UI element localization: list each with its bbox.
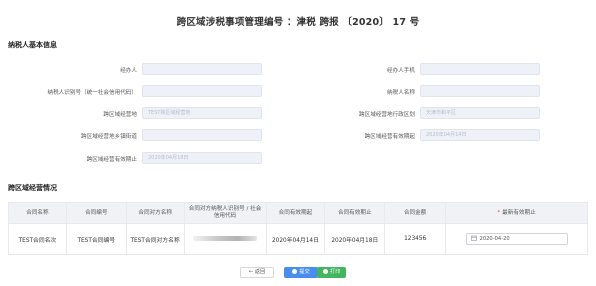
address-field[interactable]: TEST跨区域经营地 <box>142 107 262 119</box>
street-field[interactable] <box>142 129 262 141</box>
valid-start-field[interactable]: 2020年04月14日 <box>420 129 540 141</box>
col-valid-start: 合同有效期起 <box>265 202 326 224</box>
admin-region-field[interactable]: 天津市和平区 <box>420 107 540 119</box>
taxpayer-id-label: 纳税人识别号（统一社会信用代码） <box>47 90 137 96</box>
col-counterparty-name: 合同对方名称 <box>125 202 185 224</box>
valid-end-label: 跨区域经营有效期止 <box>86 157 137 163</box>
cell-amount: 123456 <box>384 223 447 255</box>
submit-button-label: 提交 <box>299 269 310 275</box>
table-row: TEST合同名次 TEST合同编号 TEST合同对方名称 2020年04月14日… <box>8 223 588 255</box>
new-valid-end-value: 2020-04-20 <box>479 236 510 242</box>
required-mark: * <box>497 209 501 216</box>
taxpayer-name-field[interactable] <box>420 85 540 97</box>
page-title: 跨区域涉税事项管理编号 ：津税 跨报 〔2020〕 17 号 <box>176 17 420 28</box>
valid-start-label: 跨区域经营有效期起 <box>364 134 415 140</box>
admin-region-label: 跨区域经营地行政区划 <box>359 112 415 118</box>
col-new-valid-end: * 最新有效期止 <box>445 202 588 224</box>
valid-end-field[interactable]: 2020年04月18日 <box>142 152 262 164</box>
print-button-label: 打印 <box>330 269 341 275</box>
handler-phone-field[interactable] <box>420 63 540 75</box>
taxpayer-name-label: 纳税人名称 <box>387 90 415 96</box>
handler-phone-label: 经办人手机 <box>387 68 415 74</box>
return-button[interactable]: ← 返回 <box>240 267 274 278</box>
taxpayer-id-field[interactable] <box>142 85 262 97</box>
table-header-row: 合同名称 合同编号 合同对方名称 合同对方纳税人识别号 / 社会信用代码 合同有… <box>8 202 588 224</box>
cell-valid-start: 2020年04月14日 <box>265 223 326 255</box>
business-table: 合同名称 合同编号 合同对方名称 合同对方纳税人识别号 / 社会信用代码 合同有… <box>8 202 588 255</box>
handler-label: 经办人 <box>120 68 137 74</box>
section-title-taxpayer: 纳税人基本信息 <box>8 41 57 49</box>
check-circle-icon <box>292 268 298 274</box>
col-amount: 合同金额 <box>384 202 447 224</box>
cell-counterparty-name: TEST合同对方名称 <box>125 223 185 255</box>
cell-contract-name: TEST合同名次 <box>8 223 67 255</box>
handler-field[interactable] <box>142 63 262 75</box>
cell-new-valid-end: 2020-04-20 <box>445 223 588 255</box>
redacted-value <box>193 236 258 241</box>
street-label: 跨区域经营地乡镇街道 <box>81 134 137 140</box>
col-contract-name: 合同名称 <box>8 202 67 224</box>
submit-button[interactable]: 提交 <box>284 267 318 278</box>
col-contract-no: 合同编号 <box>65 202 127 224</box>
cell-contract-no: TEST合同编号 <box>65 223 127 255</box>
cell-valid-end: 2020年04月18日 <box>324 223 386 255</box>
cell-counterparty-id <box>183 223 267 255</box>
section-title-business: 跨区域经营情况 <box>8 184 57 192</box>
address-label: 跨区域经营地 <box>103 112 137 118</box>
calendar-icon <box>470 235 477 241</box>
col-new-valid-end-label: 最新有效期止 <box>502 209 536 216</box>
print-button[interactable]: 打印 <box>317 267 346 278</box>
col-valid-end: 合同有效期止 <box>324 202 386 224</box>
new-valid-end-date-picker[interactable]: 2020-04-20 <box>465 233 568 245</box>
print-icon <box>323 268 328 274</box>
col-counterparty-id: 合同对方纳税人识别号 / 社会信用代码 <box>183 202 267 224</box>
